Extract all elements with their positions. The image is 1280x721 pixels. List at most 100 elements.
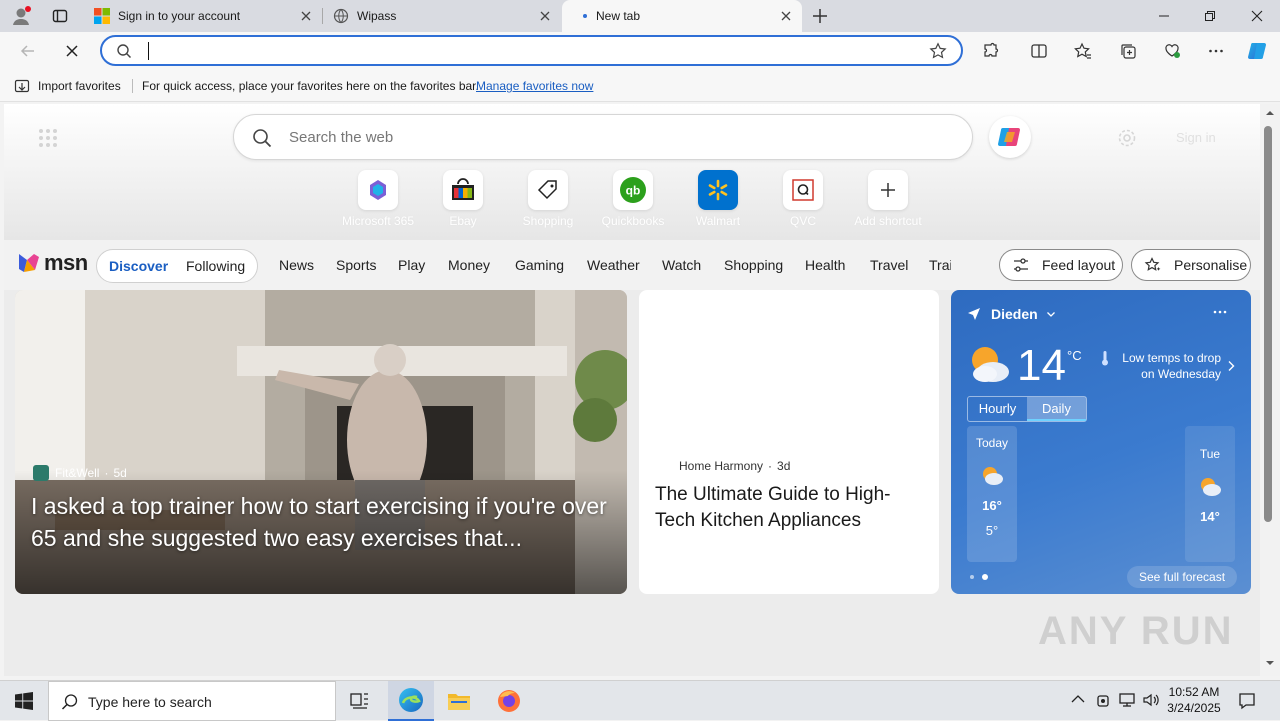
profile-icon[interactable] — [10, 5, 32, 27]
close-tab-icon[interactable] — [298, 8, 314, 24]
discover-following-toggle: Discover Following — [96, 249, 258, 283]
new-tab-page: Search the web Sign in Microsoft 365 Eba… — [4, 104, 1260, 676]
tab-title: New tab — [596, 9, 641, 23]
article-headline[interactable]: I asked a top trainer how to start exerc… — [31, 490, 616, 554]
weather-location[interactable]: Dieden — [967, 306, 1056, 322]
collections-icon[interactable] — [1114, 38, 1142, 64]
notifications-button[interactable] — [1238, 692, 1256, 710]
taskbar-search-box[interactable]: Type here to search — [48, 681, 336, 721]
shortcut-add[interactable]: Add shortcut — [843, 170, 933, 228]
new-tab-button[interactable] — [810, 6, 830, 26]
restore-button[interactable] — [1187, 0, 1233, 32]
dot — [970, 575, 974, 579]
page-scrollbar[interactable] — [1260, 104, 1280, 676]
show-hidden-icons-button[interactable] — [1071, 694, 1085, 704]
chevron-right-icon[interactable] — [1227, 360, 1235, 372]
feed-layout-button[interactable]: Feed layout — [999, 249, 1123, 281]
web-search-box[interactable]: Search the web — [233, 114, 973, 160]
clock[interactable]: 10:52 AM 3/24/2025 — [1162, 684, 1226, 716]
scroll-thumb[interactable] — [1264, 126, 1272, 522]
dot-separator: · — [768, 459, 773, 473]
address-bar[interactable] — [100, 35, 963, 66]
tab-discover[interactable]: Discover — [109, 258, 168, 274]
nav-traffic[interactable]: Trai — [929, 257, 951, 273]
device-icon[interactable] — [1096, 692, 1110, 710]
tab-new-tab[interactable]: New tab — [562, 0, 802, 32]
task-view-button[interactable] — [342, 681, 378, 721]
main-news-card[interactable]: Fit&Well · 5d I asked a top trainer how … — [15, 290, 627, 594]
tab-hourly[interactable]: Hourly — [968, 397, 1027, 421]
tab-wipass[interactable]: Wipass — [323, 0, 561, 32]
close-tab-icon[interactable] — [778, 8, 794, 24]
favorite-star-icon[interactable] — [929, 42, 947, 60]
extensions-icon[interactable] — [977, 38, 1005, 64]
copilot-button[interactable] — [989, 116, 1031, 158]
see-full-forecast-button[interactable]: See full forecast — [1127, 566, 1238, 588]
minimize-button[interactable] — [1141, 0, 1187, 32]
shortcut-quickbooks[interactable]: qb Quickbooks — [588, 170, 678, 228]
publisher-name: Fit&Well — [55, 466, 100, 480]
nav-money[interactable]: Money — [448, 257, 490, 273]
shortcut-label: Quickbooks — [601, 214, 665, 228]
carousel-dots[interactable] — [970, 574, 988, 580]
tab-sign-in[interactable]: Sign in to your account — [84, 0, 322, 32]
network-icon[interactable] — [1118, 692, 1136, 708]
start-button[interactable] — [0, 681, 48, 721]
nav-sports[interactable]: Sports — [336, 257, 376, 273]
close-window-button[interactable] — [1234, 0, 1280, 32]
taskbar-file-explorer-button[interactable] — [436, 681, 482, 721]
article-headline[interactable]: The Ultimate Guide to High-Tech Kitchen … — [655, 482, 925, 534]
nav-gaming[interactable]: Gaming — [515, 257, 564, 273]
nav-play[interactable]: Play — [398, 257, 425, 273]
scroll-down-arrow[interactable] — [1265, 660, 1275, 666]
apps-launcher-icon[interactable] — [38, 128, 58, 148]
weather-card[interactable]: Dieden 14 °C Low temps to drop on Wednes… — [951, 290, 1251, 594]
weather-alert[interactable]: Low temps to drop on Wednesday — [1101, 350, 1221, 382]
sign-in-button[interactable]: Sign in — [1176, 130, 1216, 145]
shortcut-qvc[interactable]: QVC — [758, 170, 848, 228]
nav-watch[interactable]: Watch — [662, 257, 701, 273]
taskbar-edge-button[interactable] — [388, 681, 434, 721]
address-input[interactable] — [148, 42, 149, 60]
shortcut-ebay[interactable]: Ebay — [418, 170, 508, 228]
tab-daily[interactable]: Daily — [1027, 397, 1086, 421]
browser-essentials-icon[interactable] — [1158, 38, 1186, 64]
scroll-up-arrow[interactable] — [1265, 110, 1275, 116]
msn-butterfly-icon — [16, 250, 42, 276]
split-screen-icon[interactable] — [1025, 38, 1053, 64]
forecast-day-tue[interactable]: Tue 14° — [1185, 426, 1235, 562]
forecast-day-today[interactable]: Today 16° 5° — [967, 426, 1017, 562]
close-tab-icon[interactable] — [537, 8, 553, 24]
shortcut-walmart[interactable]: Walmart — [673, 170, 763, 228]
shortcut-shopping[interactable]: Shopping — [503, 170, 593, 228]
feed-layout-label: Feed layout — [1042, 257, 1116, 273]
nav-shopping[interactable]: Shopping — [724, 257, 783, 273]
more-options-icon[interactable] — [1213, 310, 1227, 314]
taskbar-firefox-button[interactable] — [486, 681, 532, 721]
msn-logo[interactable]: msn — [16, 250, 88, 276]
favorites-icon[interactable] — [1069, 38, 1097, 64]
search-input[interactable]: Search the web — [289, 129, 393, 146]
secondary-news-card[interactable]: Home Harmony · 3d The Ultimate Guide to … — [639, 290, 939, 594]
browser-toolbar — [0, 32, 1280, 70]
volume-icon[interactable] — [1142, 692, 1160, 708]
manage-favorites-link[interactable]: Manage favorites now — [476, 79, 593, 93]
nav-health[interactable]: Health — [805, 257, 845, 273]
nav-weather[interactable]: Weather — [587, 257, 640, 273]
more-options-icon[interactable] — [1202, 38, 1230, 64]
copilot-icon[interactable] — [1244, 38, 1272, 64]
notification-icon — [1238, 692, 1256, 710]
firefox-icon — [496, 688, 522, 714]
tab-actions-icon[interactable] — [52, 8, 68, 24]
import-favorites-label: Import favorites — [38, 79, 121, 93]
nav-travel[interactable]: Travel — [870, 257, 908, 273]
settings-icon[interactable] — [1117, 128, 1137, 148]
back-button[interactable] — [14, 38, 42, 64]
tab-following[interactable]: Following — [186, 258, 245, 274]
personalise-button[interactable]: Personalise — [1131, 249, 1251, 281]
shortcut-microsoft-365[interactable]: Microsoft 365 — [333, 170, 423, 228]
stop-loading-button[interactable] — [58, 38, 86, 64]
nav-news[interactable]: News — [279, 257, 314, 273]
import-favorites-button[interactable]: Import favorites — [14, 78, 121, 94]
msn-nav-bar: msn Discover Following News Sports Play … — [4, 240, 1260, 290]
